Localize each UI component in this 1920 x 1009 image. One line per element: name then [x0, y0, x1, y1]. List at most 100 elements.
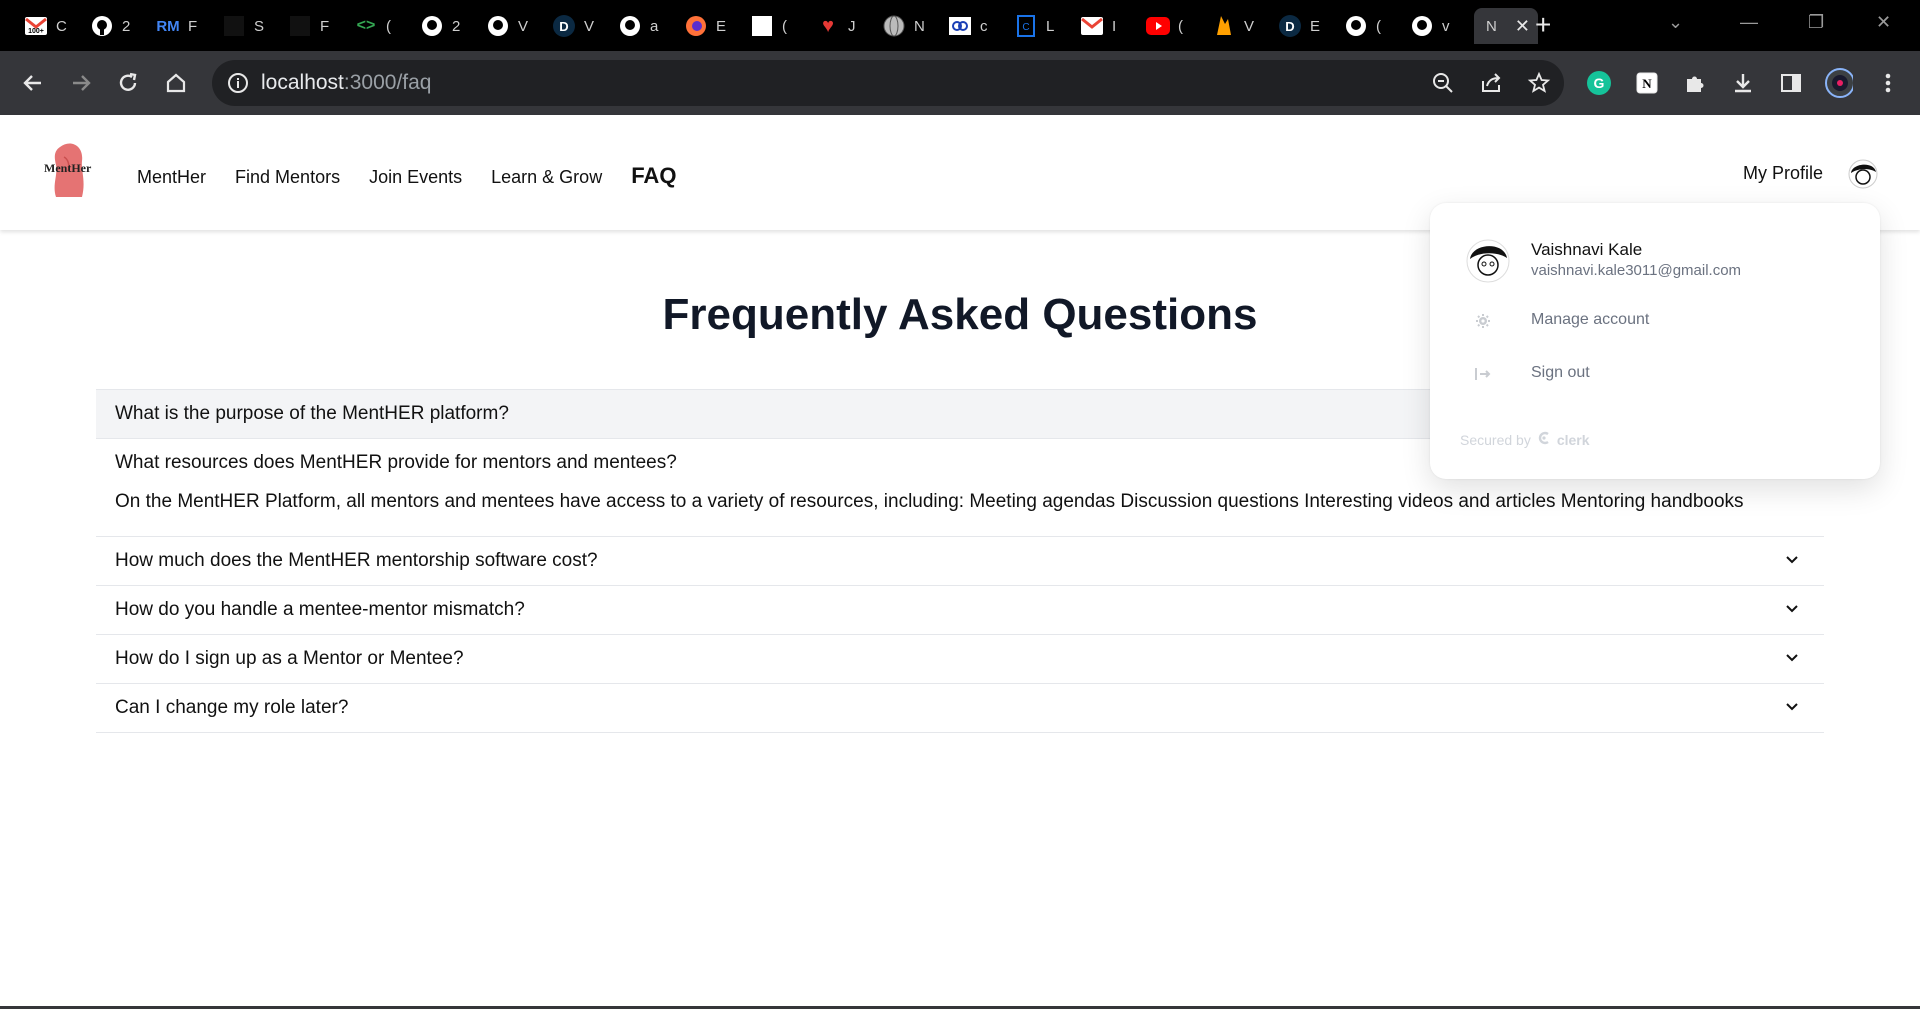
reload-icon[interactable]: [114, 69, 142, 97]
github-icon: [1344, 14, 1368, 38]
faq-item[interactable]: Can I change my role later?: [96, 684, 1824, 733]
tab-title: V: [1244, 17, 1255, 35]
browser-tab[interactable]: RM F: [152, 8, 218, 44]
browser-tab-strip: 100+ C 2 RM F S F <>( 2 V DV a E (♥ J N…: [0, 0, 1920, 51]
nav-link-menther[interactable]: MentHer: [137, 167, 206, 188]
browser-tab[interactable]: v: [1406, 8, 1472, 44]
screen-share-icon: [948, 14, 972, 38]
tab-title: F: [320, 17, 330, 35]
browser-tab[interactable]: V: [482, 8, 548, 44]
browser-tab[interactable]: c: [944, 8, 1010, 44]
svg-text:D: D: [1285, 19, 1294, 34]
browser-tab[interactable]: ♥ J: [812, 8, 878, 44]
nav-link-join-events[interactable]: Join Events: [369, 167, 462, 188]
d-icon: D: [552, 14, 576, 38]
browser-profile-icon[interactable]: [1825, 68, 1853, 98]
doc-icon: C: [1014, 14, 1038, 38]
browser-tab[interactable]: (: [746, 8, 812, 44]
close-tab-icon[interactable]: ✕: [1515, 16, 1530, 37]
close-window-icon[interactable]: ✕: [1876, 12, 1891, 33]
svg-text:C: C: [1022, 22, 1029, 33]
faq-question-text: How much does the MentHER mentorship sof…: [115, 550, 598, 571]
browser-tab[interactable]: CL: [1010, 8, 1076, 44]
download-icon[interactable]: [1729, 69, 1757, 97]
share-icon[interactable]: [1478, 70, 1504, 96]
browser-tab[interactable]: DV: [548, 8, 614, 44]
faq-item[interactable]: How do you handle a mentee-mentor mismat…: [96, 586, 1824, 635]
dark-page-icon: [288, 14, 312, 38]
browser-tab[interactable]: 2: [416, 8, 482, 44]
github-icon: [1410, 14, 1434, 38]
tab-title: V: [584, 17, 595, 35]
address-bar[interactable]: localhost:3000/faq: [212, 60, 1564, 106]
gear-icon: [1474, 312, 1492, 335]
user-avatar-button[interactable]: [1848, 159, 1878, 189]
faq-question[interactable]: How much does the MentHER mentorship sof…: [96, 537, 1824, 585]
minimize-window-icon[interactable]: —: [1740, 12, 1758, 33]
browser-tab[interactable]: I: [1076, 8, 1142, 44]
manage-account-label: Manage account: [1531, 311, 1650, 328]
grammarly-icon[interactable]: G: [1585, 69, 1613, 97]
faq-question[interactable]: Can I change my role later?: [96, 684, 1824, 732]
back-icon[interactable]: [19, 69, 47, 97]
tab-title: E: [716, 17, 727, 35]
new-tab-button[interactable]: +: [1535, 10, 1551, 40]
menther-logo[interactable]: MentHer: [42, 141, 96, 199]
browser-tab[interactable]: N: [878, 8, 944, 44]
browser-tab[interactable]: <> (: [350, 8, 416, 44]
github-icon: [486, 14, 510, 38]
restore-window-icon[interactable]: ❐: [1808, 12, 1824, 33]
globe-icon: [882, 14, 906, 38]
browser-menu-icon[interactable]: [1874, 69, 1902, 97]
faq-question-text: Can I change my role later?: [115, 697, 349, 718]
browser-tab[interactable]: (: [1142, 8, 1208, 44]
nav-link-learn-grow[interactable]: Learn & Grow: [491, 167, 602, 188]
faq-answer: On the MentHER Platform, all mentors and…: [115, 491, 1744, 512]
browser-tab[interactable]: 100+ C: [20, 8, 86, 44]
gmail-icon: [1080, 14, 1104, 38]
tab-title: (: [782, 17, 787, 35]
tab-search-icon[interactable]: ⌄: [1668, 12, 1683, 33]
sign-out-button[interactable]: Sign out: [1430, 354, 1880, 394]
manage-account-button[interactable]: Manage account: [1430, 301, 1880, 341]
browser-tab[interactable]: F: [284, 8, 350, 44]
bookmark-star-icon[interactable]: [1526, 70, 1552, 96]
tab-title: V: [518, 17, 529, 35]
notion-icon[interactable]: N: [1633, 69, 1661, 97]
home-icon[interactable]: [162, 69, 190, 97]
firefox-icon: [684, 14, 708, 38]
browser-tab[interactable]: V: [1208, 8, 1274, 44]
tab-title: N: [914, 17, 925, 35]
faq-question[interactable]: How do I sign up as a Mentor or Mentee?: [96, 635, 1824, 683]
faq-question[interactable]: How do you handle a mentee-mentor mismat…: [96, 586, 1824, 634]
browser-tab[interactable]: (: [1340, 8, 1406, 44]
browser-tab[interactable]: DE: [1274, 8, 1340, 44]
my-profile-link[interactable]: My Profile: [1743, 163, 1823, 184]
nav-link-faq[interactable]: FAQ: [631, 163, 676, 189]
tab-title: 2: [122, 17, 131, 35]
zoom-icon[interactable]: [1430, 70, 1456, 96]
side-panel-icon[interactable]: [1777, 69, 1805, 97]
github-icon: [618, 14, 642, 38]
forward-icon[interactable]: [67, 69, 95, 97]
url-path: :3000/faq: [343, 71, 432, 94]
faq-item[interactable]: How do I sign up as a Mentor or Mentee?: [96, 635, 1824, 684]
site-info-icon[interactable]: [226, 71, 250, 100]
nav-link-find-mentors[interactable]: Find Mentors: [235, 167, 340, 188]
sign-out-label: Sign out: [1531, 364, 1590, 381]
browser-tab[interactable]: 2: [86, 8, 152, 44]
faq-item[interactable]: How much does the MentHER mentorship sof…: [96, 537, 1824, 586]
user-name: Vaishnavi Kale: [1531, 240, 1643, 259]
chevron-down-icon[interactable]: [1784, 600, 1800, 622]
nav-links: MentHer Find Mentors Join Events Learn &…: [137, 163, 676, 189]
browser-tab[interactable]: a: [614, 8, 680, 44]
active-browser-tab[interactable]: N ✕: [1474, 8, 1538, 44]
browser-tab[interactable]: S: [218, 8, 284, 44]
chevron-down-icon[interactable]: [1784, 698, 1800, 720]
chevron-down-icon[interactable]: [1784, 649, 1800, 671]
chevron-down-icon[interactable]: [1784, 551, 1800, 573]
browser-tab[interactable]: E: [680, 8, 746, 44]
d-icon: D: [1278, 14, 1302, 38]
extensions-puzzle-icon[interactable]: [1681, 69, 1709, 97]
clerk-logo-icon: [1537, 431, 1551, 448]
